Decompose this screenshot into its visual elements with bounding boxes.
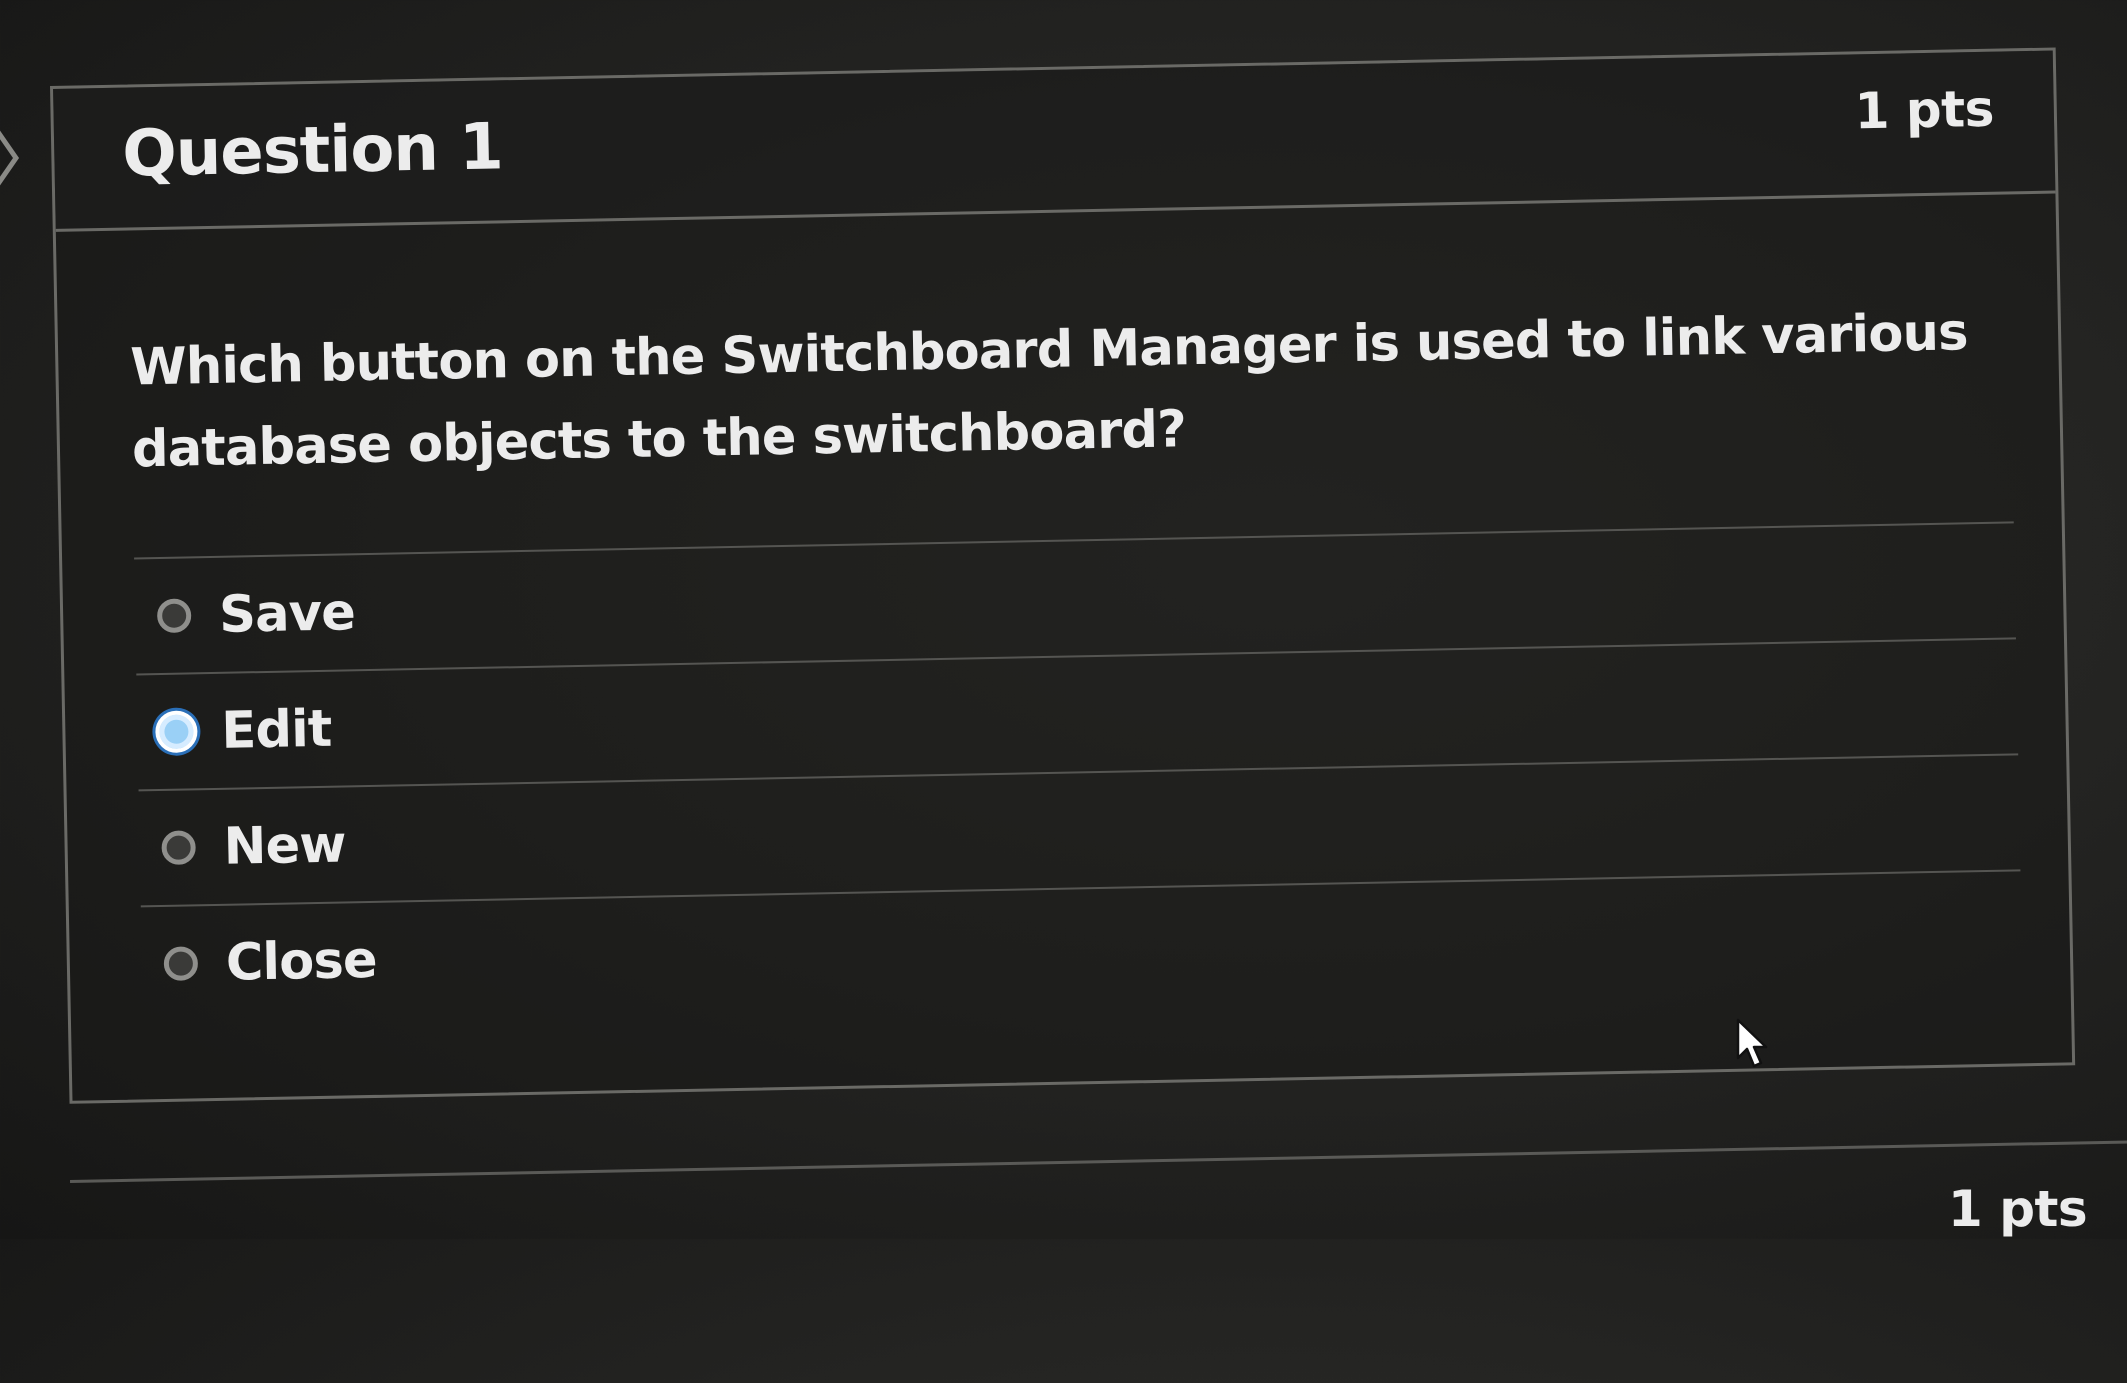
answer-list: Save Edit New Close	[134, 521, 2023, 1022]
radio-button-selected-icon[interactable]	[155, 710, 198, 754]
mouse-pointer-icon	[1736, 1018, 1768, 1068]
radio-button-icon[interactable]	[163, 946, 199, 981]
answer-label[interactable]: New	[223, 815, 346, 876]
next-question-card	[70, 1140, 2127, 1383]
question-card: Question 1 1 pts Which button on the Swi…	[50, 47, 2076, 1104]
question-title: Question 1	[121, 110, 504, 192]
next-question-points: 1 pts	[1948, 1180, 2088, 1238]
question-points: 1 pts	[1854, 79, 1995, 141]
question-text: Which button on the Switchboard Manager …	[129, 303, 1969, 480]
radio-button-icon[interactable]	[156, 598, 192, 634]
radio-button-icon[interactable]	[161, 830, 196, 865]
question-header: Question 1 1 pts	[53, 50, 2056, 232]
chevron-right-icon[interactable]	[0, 128, 20, 188]
answer-label[interactable]: Edit	[221, 699, 332, 760]
answer-label[interactable]: Close	[225, 930, 377, 992]
answer-label[interactable]: Save	[219, 583, 356, 645]
